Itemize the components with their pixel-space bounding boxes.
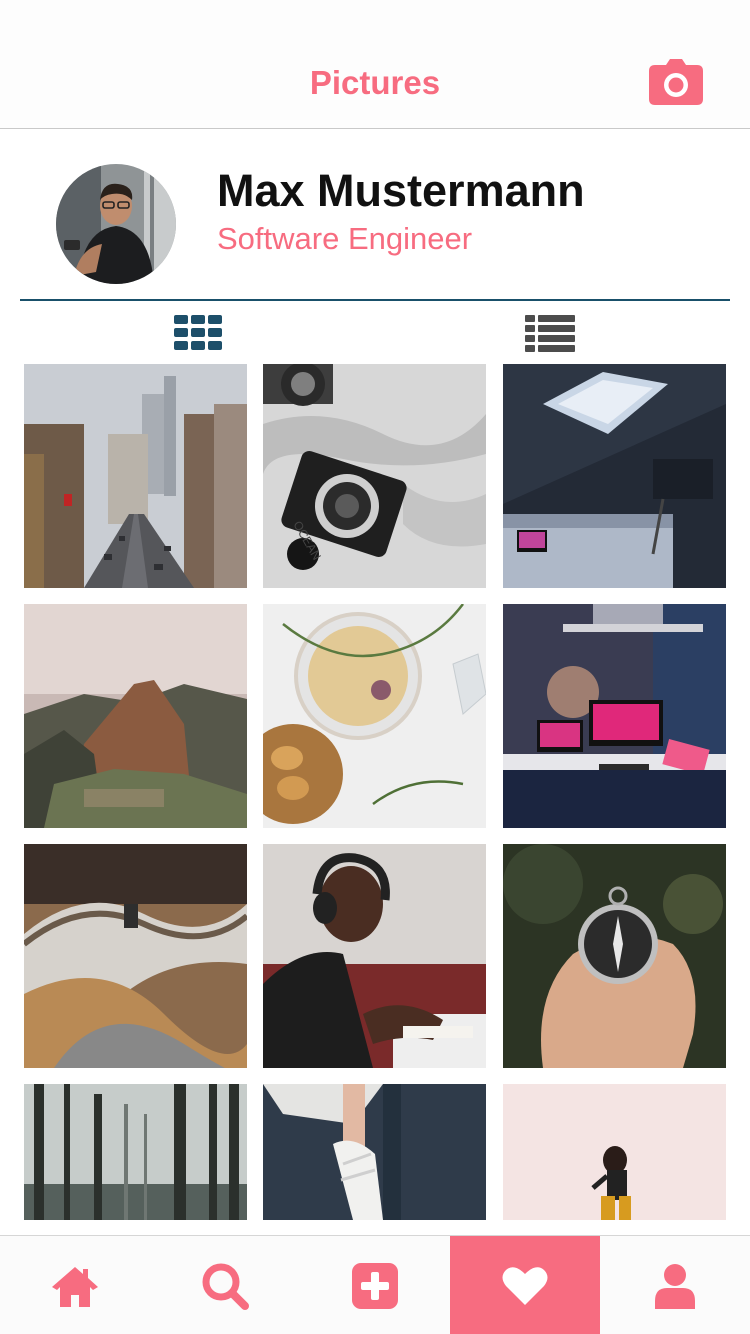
profile-role: Software Engineer: [217, 221, 473, 256]
photo-grid: OCEAN: [24, 364, 726, 1220]
tab-favorites[interactable]: [450, 1236, 600, 1334]
nav-header: Pictures: [0, 0, 750, 129]
photo-city-street[interactable]: [24, 364, 247, 588]
avatar[interactable]: [56, 164, 176, 284]
grid-icon: [174, 315, 222, 350]
user-icon: [655, 1263, 695, 1309]
photo-machu-picchu[interactable]: [24, 604, 247, 828]
add-icon: [352, 1262, 398, 1309]
photo-ballet-shoes[interactable]: [263, 1084, 486, 1220]
photo-desk-setup[interactable]: [503, 604, 726, 828]
tab-home[interactable]: [0, 1236, 150, 1334]
photo-woman-on-pink[interactable]: [503, 1084, 726, 1220]
profile-header: Max Mustermann Software Engineer: [0, 129, 750, 301]
photo-attic-bedroom[interactable]: [503, 364, 726, 588]
photo-camera-on-map[interactable]: OCEAN: [263, 364, 486, 588]
camera-icon: [649, 59, 703, 105]
bottom-tab-bar: [0, 1235, 750, 1334]
photo-tea-and-cookies[interactable]: [263, 604, 486, 828]
photo-man-with-headphones[interactable]: [263, 844, 486, 1068]
tab-profile[interactable]: [600, 1236, 750, 1334]
photo-misty-forest[interactable]: [24, 1084, 247, 1220]
photo-hand-with-compass[interactable]: [503, 844, 726, 1068]
section-divider: [20, 299, 730, 301]
tab-search[interactable]: [150, 1236, 300, 1334]
list-view-toggle[interactable]: [525, 312, 577, 354]
search-icon: [202, 1263, 249, 1310]
list-icon: [525, 315, 575, 352]
profile-name: Max Mustermann: [217, 165, 585, 216]
camera-button[interactable]: [649, 59, 703, 105]
heart-icon: [502, 1266, 548, 1305]
page-title: Pictures: [309, 64, 441, 101]
photo-library-shelves[interactable]: [24, 844, 247, 1068]
home-icon: [52, 1266, 98, 1307]
tab-add[interactable]: [300, 1236, 450, 1334]
grid-view-toggle[interactable]: [174, 312, 226, 354]
